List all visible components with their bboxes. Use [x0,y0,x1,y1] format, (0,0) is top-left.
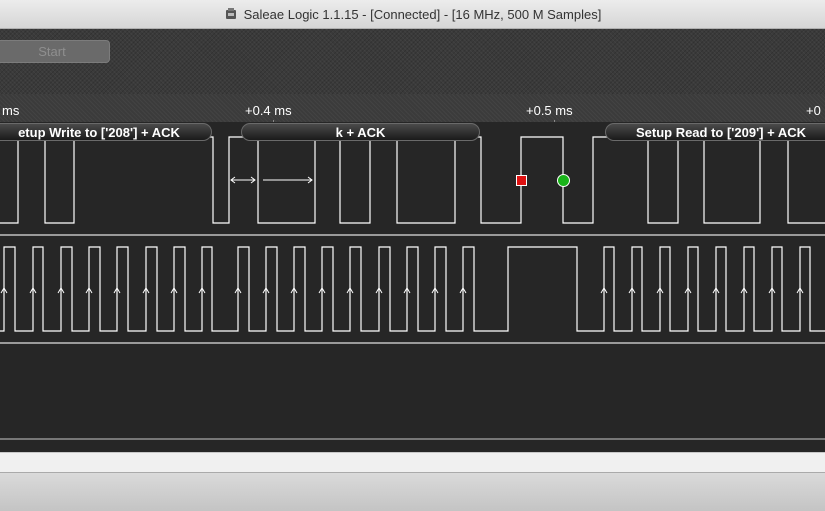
status-panel [0,472,825,511]
title-wrap: Saleae Logic 1.1.15 - [Connected] - [16 … [0,0,825,28]
red-square-marker-icon[interactable] [516,175,527,186]
time-ruler: ms +0.4 ms ↓ +0.5 ms ↓ +0 [0,94,825,127]
title-bar: Saleae Logic 1.1.15 - [Connected] - [16 … [0,0,825,29]
sda-trace[interactable] [0,136,825,224]
horizontal-scroll-area[interactable] [0,452,825,473]
decoded-packet-read[interactable]: Setup Read to ['209'] + ACK [605,123,825,141]
double-arrow-icon [230,176,256,184]
app-icon [225,8,236,19]
right-arrow-icon [263,176,313,184]
scl-trace[interactable] [0,246,825,332]
waveform-canvas [0,136,825,440]
green-circle-marker-icon[interactable] [557,174,570,187]
toolbar: Start [0,29,825,94]
decoded-packet-write[interactable]: etup Write to ['208'] + ACK [0,123,212,141]
ruler-label-4: +0 [806,103,821,118]
decoded-packet-ack[interactable]: k + ACK [241,123,480,141]
window-title: Saleae Logic 1.1.15 - [Connected] - [16 … [243,6,602,22]
clock-edge-arrows [0,287,804,294]
ruler-label-3: +0.5 ms [526,103,573,118]
ruler-label-2: +0.4 ms [245,103,292,118]
start-button[interactable]: Start [0,40,110,63]
waveform-area[interactable]: etup Write to ['208'] + ACK k + ACK Setu… [0,122,825,452]
ruler-label-1: ms [2,103,20,118]
